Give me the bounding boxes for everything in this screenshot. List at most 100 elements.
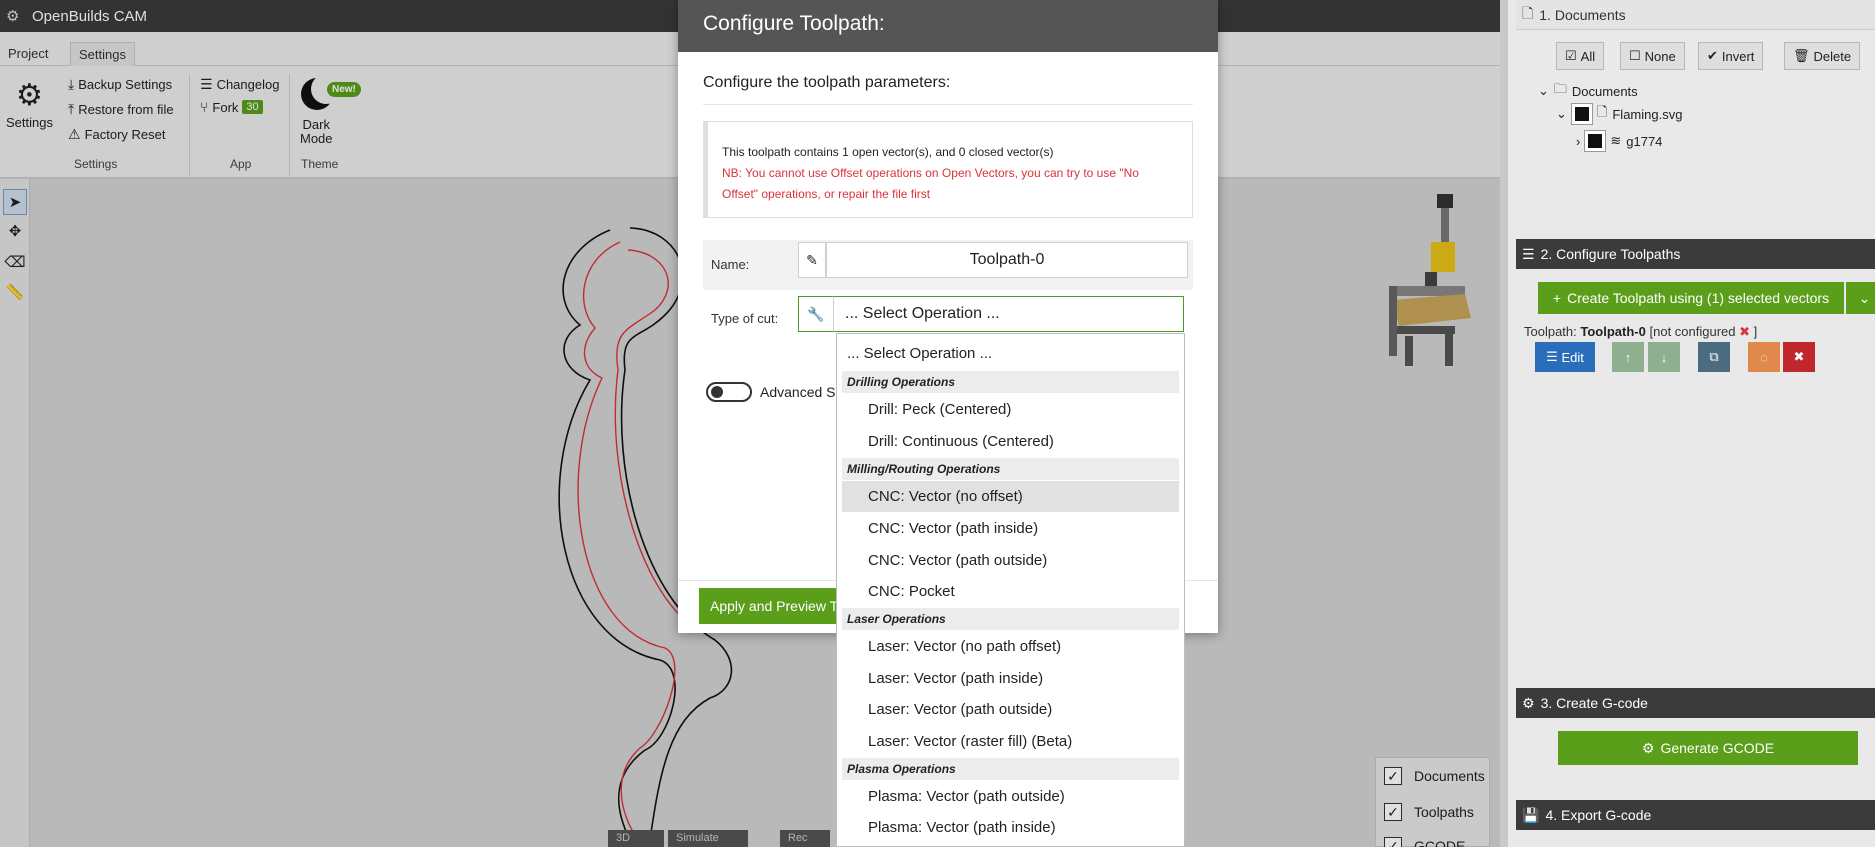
offset-warning-text: NB: You cannot use Offset operations on …: [722, 166, 1139, 201]
toolpaths-section-title: 2. Configure Toolpaths: [1540, 246, 1681, 262]
generate-gcode-button[interactable]: ⚙ Generate GCODE: [1558, 731, 1858, 765]
type-of-cut-select[interactable]: ... Select Operation ...: [834, 296, 1184, 332]
right-panel: 🗋 1. Documents ☑ All ☐ None ✔ Invert 🗑 Delete…: [1500, 0, 1875, 847]
gcode-section-title: 3. Create G-code: [1540, 695, 1648, 711]
invert-selection-button[interactable]: ✔ Invert: [1698, 42, 1764, 70]
modal-divider: [703, 104, 1193, 105]
hide-toolpath-button[interactable]: ◌: [1748, 342, 1780, 372]
toolpath-status: [not configured: [1649, 324, 1736, 339]
plus-icon: +: [1552, 290, 1562, 306]
option-drill-continuous[interactable]: Drill: Continuous (Centered): [842, 426, 1179, 457]
advanced-settings-toggle[interactable]: [706, 382, 752, 402]
toolpaths-section-header[interactable]: ☰ 2. Configure Toolpaths: [1516, 239, 1875, 269]
tree-item-layer[interactable]: › ≋ g1774: [1576, 130, 1663, 152]
toolpath-name: Toolpath-0: [1580, 324, 1646, 339]
generate-gcode-label: Generate GCODE: [1660, 740, 1775, 756]
check-icon: ✔: [1707, 48, 1718, 63]
close-icon: ✖: [1793, 349, 1805, 364]
tree-root-label: Documents: [1571, 83, 1638, 99]
layers-icon: ≋: [1610, 133, 1622, 148]
select-none-button[interactable]: ☐ None: [1620, 42, 1685, 70]
chevron-down-icon: ⌄: [1538, 83, 1549, 98]
create-toolpath-dropdown[interactable]: ⌄: [1846, 282, 1875, 314]
select-all-button[interactable]: ☑ All: [1556, 42, 1605, 70]
edit-toolpath-button[interactable]: ☰ Edit: [1535, 342, 1595, 372]
type-of-cut-select-wrap: ... Select Operation ...: [798, 294, 1188, 334]
arrow-up-icon: ↑: [1624, 349, 1632, 365]
tree-file-label: Flaming.svg: [1612, 106, 1683, 122]
file-icon: 🗋: [1596, 104, 1608, 119]
folder-icon: 🗀: [1553, 81, 1567, 96]
option-plasma-inside[interactable]: Plasma: Vector (path inside): [842, 812, 1179, 843]
edit-icon: ✎: [798, 242, 826, 278]
option-cnc-no-offset[interactable]: CNC: Vector (no offset): [842, 481, 1179, 512]
list-icon: ☰: [1546, 349, 1558, 364]
close-icon[interactable]: ✖: [1739, 324, 1750, 339]
invert-label: Invert: [1721, 48, 1755, 64]
group-milling: Milling/Routing Operations: [842, 458, 1179, 480]
option-laser-outside[interactable]: Laser: Vector (path outside): [842, 694, 1179, 725]
check-square-icon: ☑: [1565, 48, 1577, 63]
type-of-cut-label: Type of cut:: [711, 311, 779, 326]
cubes-icon: ⚙: [1522, 694, 1535, 711]
documents-section-header[interactable]: 🗋 1. Documents: [1516, 0, 1875, 30]
modal-title: Configure Toolpath:: [678, 0, 1218, 52]
group-plasma: Plasma Operations: [842, 758, 1179, 780]
arrow-down-icon: ↓: [1660, 349, 1668, 365]
color-swatch[interactable]: [1584, 130, 1607, 152]
trash-icon: 🗑: [1793, 48, 1810, 63]
vector-count-text: This toolpath contains 1 open vector(s),…: [722, 145, 1054, 159]
copy-icon: ⧉: [1709, 349, 1719, 364]
toolpath-status-line: Toolpath: Toolpath-0 [not configured ✖ ]: [1524, 324, 1757, 340]
none-label: None: [1644, 48, 1676, 64]
save-icon: 💾: [1522, 806, 1540, 823]
delete-button[interactable]: 🗑 Delete: [1784, 42, 1861, 70]
square-icon: ☐: [1629, 48, 1641, 63]
option-cnc-pocket[interactable]: CNC: Pocket: [842, 576, 1179, 607]
name-field-row: Name: ✎ Toolpath-0: [703, 240, 1193, 290]
move-up-button[interactable]: ↑: [1612, 342, 1644, 372]
option-laser-no-offset[interactable]: Laser: Vector (no path offset): [842, 631, 1179, 662]
move-down-button[interactable]: ↓: [1648, 342, 1680, 372]
eye-slash-icon: ◌: [1760, 349, 1768, 365]
option-cnc-inside[interactable]: CNC: Vector (path inside): [842, 513, 1179, 544]
chevron-down-icon: ⌄: [1556, 106, 1567, 121]
toolpath-name-input[interactable]: Toolpath-0: [826, 242, 1188, 278]
tree-item-file[interactable]: ⌄ 🗋 Flaming.svg: [1556, 103, 1682, 125]
operation-dropdown-list: ... Select Operation ... Drilling Operat…: [836, 333, 1185, 847]
modal-subtitle: Configure the toolpath parameters:: [703, 74, 951, 91]
export-section-title: 4. Export G-code: [1545, 807, 1652, 823]
chevron-down-icon: ⌄: [1858, 289, 1871, 306]
file-icon: 🗋: [1522, 4, 1534, 21]
name-label: Name:: [711, 257, 750, 272]
toolpath-prefix: Toolpath:: [1524, 324, 1577, 339]
option-laser-raster[interactable]: Laser: Vector (raster fill) (Beta): [842, 726, 1179, 757]
color-swatch[interactable]: [1570, 103, 1593, 125]
option-drill-peck[interactable]: Drill: Peck (Centered): [842, 394, 1179, 425]
option-cnc-outside[interactable]: CNC: Vector (path outside): [842, 545, 1179, 576]
option-laser-inside[interactable]: Laser: Vector (path inside): [842, 663, 1179, 694]
toolpath-status-end: ]: [1753, 324, 1758, 339]
cubes-icon: ⚙: [1641, 739, 1655, 756]
gcode-section-header[interactable]: ⚙ 3. Create G-code: [1516, 688, 1875, 718]
apply-preview-button[interactable]: Apply and Preview T: [699, 588, 839, 624]
create-toolpath-label: Create Toolpath using (1) selected vecto…: [1567, 290, 1830, 306]
export-section-header[interactable]: 💾 4. Export G-code: [1516, 800, 1875, 830]
option-select-operation[interactable]: ... Select Operation ...: [842, 338, 1179, 369]
group-laser: Laser Operations: [842, 608, 1179, 630]
option-plasma-outside[interactable]: Plasma: Vector (path outside): [842, 781, 1179, 812]
tree-layer-label: g1774: [1626, 133, 1663, 149]
duplicate-button[interactable]: ⧉: [1698, 342, 1730, 372]
tree-root-documents[interactable]: ⌄ 🗀 Documents: [1538, 80, 1638, 102]
delete-label: Delete: [1813, 48, 1852, 64]
all-label: All: [1580, 48, 1596, 64]
tasks-icon: ☰: [1522, 245, 1535, 262]
documents-section-title: 1. Documents: [1539, 6, 1626, 23]
edit-label: Edit: [1561, 349, 1584, 365]
vector-info-box: This toolpath contains 1 open vector(s),…: [703, 121, 1193, 218]
group-drilling: Drilling Operations: [842, 371, 1179, 393]
advanced-settings-label: Advanced Se: [760, 384, 844, 400]
create-toolpath-button[interactable]: + Create Toolpath using (1) selected vect…: [1538, 282, 1844, 314]
chevron-right-icon: ›: [1576, 133, 1581, 149]
delete-toolpath-button[interactable]: ✖: [1783, 342, 1815, 372]
